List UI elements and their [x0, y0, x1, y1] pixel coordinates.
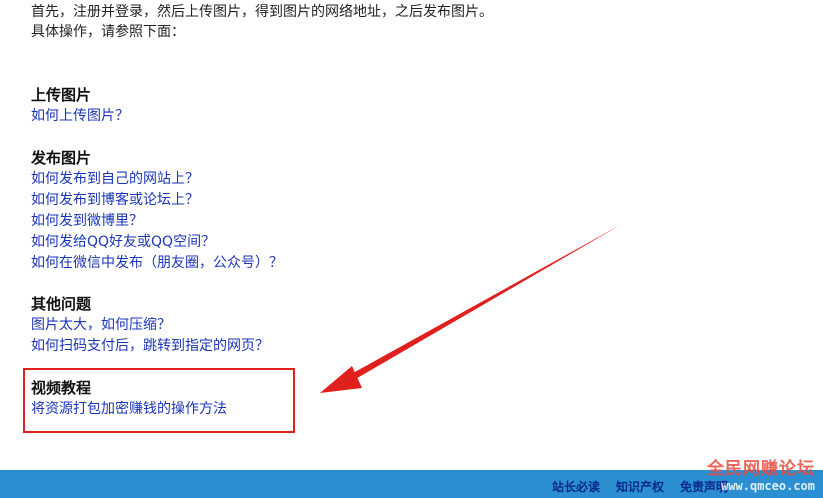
- red-arrow-icon: [320, 224, 622, 393]
- footer-link-ip[interactable]: 知识产权: [616, 478, 664, 495]
- footer-link-webmaster[interactable]: 站长必读: [552, 478, 600, 495]
- footer-links: 站长必读 知识产权 免责声明: [552, 478, 728, 495]
- watermark-url: www.qmceo.com: [721, 479, 815, 493]
- watermark-title: 全民网赚论坛: [707, 459, 815, 479]
- watermark-logo: 全民网赚论坛 www.qmceo.com: [707, 454, 815, 493]
- footer-bar: 站长必读 知识产权 免责声明: [0, 470, 823, 498]
